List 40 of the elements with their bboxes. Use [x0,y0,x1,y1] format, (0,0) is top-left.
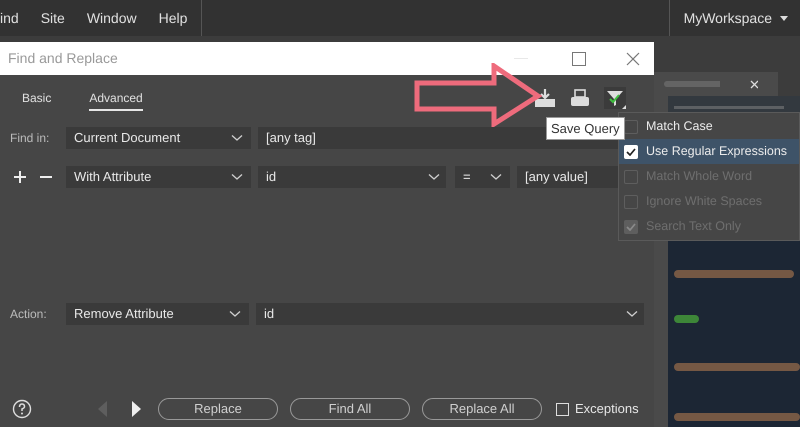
chevron-down-icon [428,173,440,181]
tab[interactable]: Basic [22,89,52,111]
chevron-down-icon [231,134,243,142]
action-select[interactable]: Remove Attribute [66,303,249,325]
menu-item[interactable]: ind [0,8,19,28]
plus-icon[interactable] [14,171,26,183]
scope-select[interactable]: Current Document [66,127,251,149]
menu-item[interactable]: Help [158,8,188,28]
find-in-label: Find in: [10,130,50,147]
caret-icon [780,16,788,20]
window-title: Find and Replace [8,49,119,68]
tab[interactable]: Advanced [89,89,143,111]
exceptions-checkbox[interactable] [556,402,569,416]
blurred-tab-title-drawing [664,81,720,87]
filter-check-icon[interactable] [604,87,626,109]
checkbox[interactable] [624,144,638,158]
menu-item[interactable]: Site [40,8,65,28]
operator-select[interactable]: = [455,166,510,188]
chevron-down-icon [229,310,241,318]
help-icon[interactable] [12,399,32,419]
condition-select[interactable]: With Attribute [66,166,251,188]
action-button[interactable]: Replace All [422,398,542,420]
menu-option[interactable]: Use Regular Expressions [619,139,799,164]
tooltip: Save Query [546,117,625,140]
checkbox[interactable] [624,120,638,134]
exceptions-label: Exceptions [575,400,639,418]
download-icon[interactable] [534,88,556,108]
action-button[interactable]: Find All [290,398,410,420]
action-button[interactable]: Replace [158,398,278,420]
printer-icon[interactable] [570,88,590,108]
action-attribute-combo[interactable]: id [256,303,644,325]
next-arrow-icon[interactable] [132,401,141,417]
menu-item[interactable]: Window [86,8,137,28]
chevron-down-icon [626,310,638,318]
attribute-combo[interactable]: id [258,166,446,188]
maximize-icon[interactable] [572,52,586,66]
chevron-down-icon [231,173,243,181]
close-icon[interactable] [626,52,640,66]
action-label: Action: [10,306,48,323]
chevron-down-icon [490,173,502,181]
